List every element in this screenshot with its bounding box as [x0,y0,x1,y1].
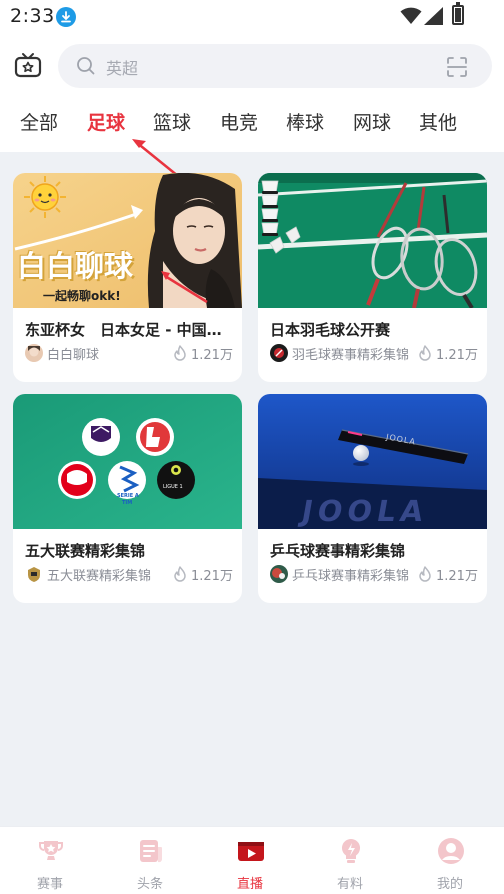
nav-live[interactable]: 直播 [200,827,300,894]
trophy-icon [39,841,63,860]
download-icon [56,7,76,27]
card-author: 乒乓球赛事精彩集锦 [292,569,410,584]
card-title: 乒乓球赛事精彩集锦 [270,542,406,560]
battery-icon [452,2,464,25]
view-count: 1.21万 [436,569,478,584]
tab-esports[interactable]: 电竞 [220,108,258,135]
nav-insights[interactable]: 有料 [300,827,400,894]
card-title: 东亚杯女 日本女足 - 中国女足 [25,321,235,339]
fire-icon [419,345,431,361]
live-play-icon [238,842,264,861]
status-bar: 2:33 [0,0,504,34]
card-thumbnail: JOOLA JOOLA [258,394,487,529]
card-thumbnail [258,173,487,308]
video-card[interactable]: 白白聊球 一起畅聊okk! 东亚杯女 日本女足 - 中国女足 白白聊球 1.21… [13,173,242,382]
nav-headlines[interactable]: 头条 [100,827,200,894]
insight-bulb-icon [341,838,361,863]
avatar [25,565,43,583]
tv-icon[interactable] [14,52,42,80]
thumb-subtitle: 一起畅聊okk! [43,289,121,303]
card-thumbnail: 白白聊球 一起畅聊okk! [13,173,242,308]
scan-icon[interactable] [446,56,468,78]
news-icon [140,840,163,863]
nav-profile[interactable]: 我的 [400,827,500,894]
video-card[interactable]: SERIE A TIM LIGUE 1 五大联赛精彩集锦 五大联赛精彩集锦 1.… [13,394,242,603]
profile-icon [438,838,464,864]
thumb-title: 白白聊球 [17,249,134,283]
fire-icon [174,345,186,361]
bottom-nav: 赛事 头条 直播 有料 我的 [0,826,504,894]
nav-label: 有料 [336,877,363,892]
ligue-1-label: LIGUE 1 [163,484,183,490]
card-title: 五大联赛精彩集锦 [25,542,146,560]
nav-label: 我的 [436,877,463,892]
search-icon [77,57,95,75]
status-time: 2:33 [10,5,55,27]
view-count: 1.21万 [436,348,478,363]
fire-icon [419,566,431,582]
nav-label: 直播 [236,877,263,892]
signal-icon [424,7,443,25]
card-author: 五大联赛精彩集锦 [47,569,152,584]
avatar [270,344,288,362]
card-title: 日本羽毛球公开赛 [270,321,391,339]
search-input[interactable]: 英超 [106,55,138,79]
view-count: 1.21万 [191,348,233,363]
tab-football[interactable]: 足球 [87,108,125,135]
nav-label: 头条 [136,877,163,892]
tab-other[interactable]: 其他 [419,108,457,135]
fire-icon [174,566,186,582]
card-author: 羽毛球赛事精彩集锦 [292,348,410,363]
video-card[interactable]: JOOLA JOOLA 乒乓球赛事精彩集锦 乒乓球赛事精彩集锦 1.21万 [258,394,487,603]
video-card[interactable]: 日本羽毛球公开赛 羽毛球赛事精彩集锦 1.21万 [258,173,487,382]
card-thumbnail: SERIE A TIM LIGUE 1 [13,394,242,529]
tab-baseball[interactable]: 棒球 [286,108,324,135]
tab-tennis[interactable]: 网球 [353,108,391,135]
serie-a-label: SERIE A [117,493,139,499]
search-bar[interactable]: 英超 [58,44,492,88]
avatar [270,565,288,583]
category-tabs: 全部 足球 篮球 电竞 棒球 网球 其他 [0,108,504,138]
wifi-icon [400,7,422,24]
joola-brand: JOOLA [299,494,432,528]
nav-label: 赛事 [36,877,63,892]
tab-all[interactable]: 全部 [20,108,58,135]
nav-events[interactable]: 赛事 [0,827,100,894]
view-count: 1.21万 [191,569,233,584]
tim-label: TIM [122,500,133,506]
card-author: 白白聊球 [47,348,100,363]
tab-basketball[interactable]: 篮球 [153,108,191,135]
avatar [25,344,43,362]
